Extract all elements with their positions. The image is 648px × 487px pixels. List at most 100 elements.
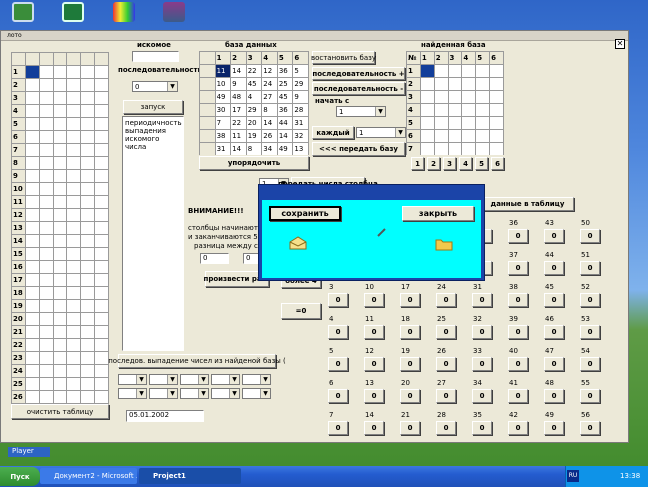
number-count-button[interactable]: 0 bbox=[508, 293, 528, 307]
table-cell[interactable] bbox=[489, 90, 504, 104]
grid-cell[interactable] bbox=[52, 247, 68, 261]
number-count-button[interactable]: 0 bbox=[364, 357, 384, 371]
column-header[interactable]: 1 bbox=[214, 51, 232, 65]
number-count-button[interactable]: 0 bbox=[472, 357, 492, 371]
number-count-button[interactable]: 0 bbox=[328, 325, 348, 339]
grid-cell[interactable] bbox=[25, 221, 40, 235]
grid-cell[interactable] bbox=[38, 143, 54, 157]
grid-cell[interactable] bbox=[66, 130, 82, 144]
grid-cell[interactable] bbox=[80, 325, 96, 339]
grid-cell[interactable] bbox=[52, 169, 68, 183]
grid-cell[interactable] bbox=[52, 286, 68, 300]
number-count-button[interactable]: 0 bbox=[436, 293, 456, 307]
grid-cell[interactable] bbox=[25, 104, 40, 118]
grid-cell[interactable] bbox=[25, 65, 40, 79]
grid-cell[interactable] bbox=[52, 91, 68, 105]
grid-header[interactable] bbox=[25, 52, 40, 66]
grid-cell[interactable] bbox=[38, 156, 54, 170]
table-cell[interactable]: 11 bbox=[230, 129, 247, 143]
table-cell[interactable] bbox=[475, 77, 491, 91]
table-cell[interactable] bbox=[475, 64, 491, 78]
table-cell[interactable] bbox=[447, 129, 463, 143]
each-select[interactable]: 1 ▼ bbox=[356, 127, 406, 138]
row-header[interactable] bbox=[199, 116, 216, 130]
grid-cell[interactable] bbox=[52, 390, 68, 404]
grid-cell[interactable] bbox=[66, 221, 82, 235]
table-cell[interactable]: 32 bbox=[292, 129, 309, 143]
grid-cell[interactable] bbox=[52, 260, 68, 274]
grid-cell[interactable] bbox=[25, 260, 40, 274]
grid-cell[interactable] bbox=[66, 325, 82, 339]
sort-button[interactable]: упорядочить bbox=[199, 156, 309, 170]
number-select[interactable]: ▼ bbox=[180, 388, 209, 399]
table-cell[interactable]: 31 bbox=[214, 142, 232, 155]
footer-number-button[interactable]: 6 bbox=[491, 157, 504, 170]
number-count-button[interactable]: 0 bbox=[508, 325, 528, 339]
launch-button[interactable]: запуск bbox=[123, 100, 183, 114]
table-cell[interactable]: 4 bbox=[245, 90, 263, 104]
grid-cell[interactable] bbox=[25, 312, 40, 326]
grid-cell[interactable] bbox=[80, 65, 96, 79]
number-count-button[interactable]: 0 bbox=[400, 357, 420, 371]
grid-cell[interactable] bbox=[38, 286, 54, 300]
table-cell[interactable]: 17 bbox=[230, 103, 247, 117]
number-count-button[interactable]: 0 bbox=[364, 293, 384, 307]
table-cell[interactable]: 30 bbox=[214, 103, 232, 117]
table-cell[interactable]: 14 bbox=[276, 129, 294, 143]
table-cell[interactable]: 14 bbox=[230, 64, 247, 78]
row-header[interactable] bbox=[199, 90, 216, 104]
grid-header[interactable] bbox=[94, 52, 109, 66]
number-count-button[interactable]: 0 bbox=[508, 261, 528, 275]
grid-cell[interactable] bbox=[38, 182, 54, 196]
number-select[interactable]: ▼ bbox=[211, 374, 240, 385]
task-project[interactable]: Project1 bbox=[139, 468, 241, 484]
grid-cell[interactable] bbox=[66, 351, 82, 365]
column-header[interactable]: 4 bbox=[461, 51, 477, 65]
footer-number-button[interactable]: 5 bbox=[475, 157, 488, 170]
grid-cell[interactable] bbox=[80, 156, 96, 170]
grid-cell[interactable] bbox=[66, 299, 82, 313]
number-count-button[interactable]: 0 bbox=[364, 325, 384, 339]
grid-cell[interactable] bbox=[25, 169, 40, 183]
grid-cell[interactable] bbox=[38, 169, 54, 183]
grid-cell[interactable] bbox=[94, 117, 109, 131]
number-count-button[interactable]: 0 bbox=[580, 229, 600, 243]
number-count-button[interactable]: 0 bbox=[472, 325, 492, 339]
grid-cell[interactable] bbox=[25, 130, 40, 144]
grid-cell[interactable] bbox=[80, 338, 96, 352]
grid-cell[interactable] bbox=[25, 143, 40, 157]
number-count-button[interactable]: 0 bbox=[364, 421, 384, 435]
table-cell[interactable] bbox=[461, 64, 477, 78]
grid-cell[interactable] bbox=[94, 338, 109, 352]
table-cell[interactable]: 36 bbox=[276, 64, 294, 78]
grid-cell[interactable] bbox=[25, 351, 40, 365]
number-count-button[interactable]: 0 bbox=[544, 357, 564, 371]
column-header[interactable]: 6 bbox=[292, 51, 309, 65]
number-count-button[interactable]: 0 bbox=[580, 421, 600, 435]
table-cell[interactable] bbox=[475, 103, 491, 117]
table-cell[interactable]: 8 bbox=[261, 103, 278, 117]
app-icon[interactable] bbox=[113, 2, 135, 22]
row-header[interactable] bbox=[199, 142, 216, 155]
row-number[interactable]: 1 bbox=[406, 64, 421, 78]
row-header[interactable] bbox=[199, 64, 216, 78]
number-count-button[interactable]: 0 bbox=[328, 357, 348, 371]
grid-cell[interactable] bbox=[66, 117, 82, 131]
row-number[interactable]: 24 bbox=[11, 364, 26, 378]
grid-cell[interactable] bbox=[94, 65, 109, 79]
equals-zero-button[interactable]: =0 bbox=[281, 303, 321, 319]
grid-cell[interactable] bbox=[66, 65, 82, 79]
row-number[interactable]: 2 bbox=[406, 77, 421, 91]
grid-cell[interactable] bbox=[52, 65, 68, 79]
grid-cell[interactable] bbox=[80, 182, 96, 196]
table-cell[interactable]: 10 bbox=[214, 77, 232, 91]
table-cell[interactable] bbox=[489, 64, 504, 78]
number-count-button[interactable]: 0 bbox=[544, 325, 564, 339]
folder-icon[interactable] bbox=[435, 237, 453, 251]
number-count-button[interactable]: 0 bbox=[400, 293, 420, 307]
grid-cell[interactable] bbox=[66, 104, 82, 118]
row-number[interactable]: 17 bbox=[11, 273, 26, 287]
winrar-icon[interactable] bbox=[163, 2, 185, 22]
table-cell[interactable]: 28 bbox=[292, 103, 309, 117]
grid-header[interactable] bbox=[38, 52, 54, 66]
